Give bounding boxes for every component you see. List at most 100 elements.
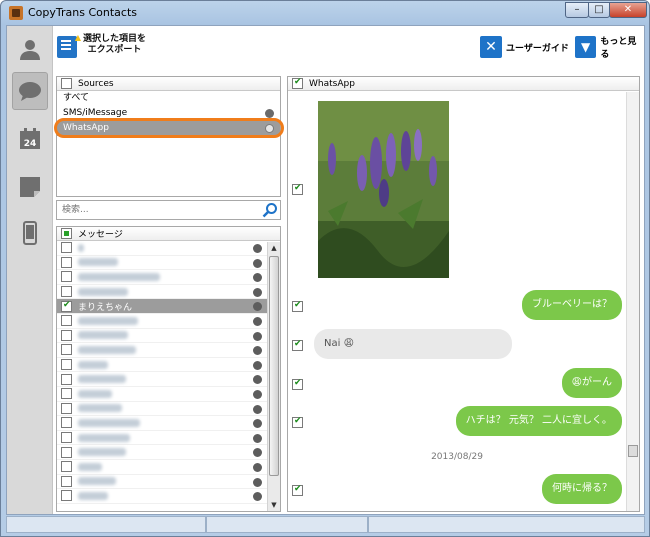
list-item[interactable] bbox=[57, 431, 280, 446]
message-checkbox[interactable] bbox=[292, 183, 303, 195]
list-item[interactable] bbox=[57, 256, 280, 271]
status-cell bbox=[368, 516, 645, 533]
conversation-list-header: メッセージ bbox=[57, 227, 280, 241]
row-checkbox[interactable] bbox=[61, 490, 72, 502]
blurred-name bbox=[78, 404, 122, 413]
list-item[interactable] bbox=[57, 416, 280, 431]
date-separator: 2013/08/29 bbox=[431, 452, 483, 462]
maximize-button[interactable]: □ bbox=[588, 2, 610, 18]
whatsapp-icon bbox=[253, 404, 262, 414]
tools-icon: ✕ bbox=[480, 36, 502, 58]
row-checkbox[interactable] bbox=[61, 359, 72, 371]
row-checkbox[interactable] bbox=[61, 286, 72, 298]
whatsapp-icon bbox=[253, 375, 262, 385]
close-button[interactable]: ✕ bbox=[609, 2, 647, 18]
whatsapp-icon bbox=[253, 492, 262, 502]
list-item[interactable] bbox=[57, 270, 280, 285]
row-checkbox[interactable] bbox=[61, 446, 72, 458]
list-item[interactable] bbox=[57, 329, 280, 344]
list-item[interactable] bbox=[57, 285, 280, 300]
lupine-photo bbox=[318, 101, 449, 278]
list-item[interactable] bbox=[57, 314, 280, 329]
nav-messages[interactable] bbox=[12, 72, 48, 110]
whatsapp-icon bbox=[253, 346, 262, 356]
list-item[interactable] bbox=[57, 372, 280, 387]
nav-device[interactable] bbox=[12, 214, 48, 252]
source-item-all[interactable]: すべて bbox=[57, 91, 280, 106]
message-checkbox[interactable] bbox=[292, 300, 303, 312]
message-checkbox[interactable] bbox=[292, 484, 303, 496]
blurred-name bbox=[78, 418, 140, 427]
select-all-checkbox[interactable] bbox=[61, 228, 72, 239]
whatsapp-icon bbox=[253, 287, 262, 297]
row-checkbox[interactable] bbox=[61, 388, 72, 400]
search-box[interactable] bbox=[56, 200, 281, 220]
search-input[interactable] bbox=[57, 201, 247, 219]
contacts-scrollbar[interactable]: ▲ ▼ bbox=[267, 242, 280, 511]
photo-attachment[interactable] bbox=[318, 101, 449, 278]
export-label-line1: 選択した項目を bbox=[83, 34, 147, 44]
blurred-name bbox=[78, 448, 126, 457]
user-guide-label: ユーザーガイド bbox=[506, 43, 569, 54]
sources-title: Sources bbox=[78, 78, 114, 89]
list-item[interactable] bbox=[57, 489, 280, 504]
sources-checkbox[interactable] bbox=[61, 78, 72, 89]
user-guide-button[interactable]: ✕ ユーザーガイド bbox=[480, 36, 569, 58]
message-bubble-outgoing: 何時に帰る？ bbox=[542, 474, 622, 504]
row-checkbox[interactable] bbox=[61, 300, 72, 312]
message-checkbox[interactable] bbox=[292, 378, 303, 390]
whatsapp-icon bbox=[253, 273, 262, 283]
row-checkbox[interactable] bbox=[61, 475, 72, 487]
list-item[interactable] bbox=[57, 402, 280, 417]
nav-contacts[interactable] bbox=[12, 30, 48, 68]
row-checkbox[interactable] bbox=[61, 461, 72, 473]
row-checkbox[interactable] bbox=[61, 417, 72, 429]
nav-calendar[interactable]: 24 bbox=[12, 120, 48, 158]
person-icon bbox=[20, 40, 40, 60]
row-checkbox[interactable] bbox=[61, 315, 72, 327]
message-checkbox[interactable] bbox=[292, 339, 303, 351]
calendar-icon: 24 bbox=[20, 128, 40, 149]
list-item[interactable] bbox=[57, 445, 280, 460]
blurred-name bbox=[78, 477, 116, 486]
conversation-list: メッセージ まりえちゃん ▲ ▼ bbox=[56, 226, 281, 512]
export-selected-button[interactable]: 選択した項目を エクスポート bbox=[57, 33, 167, 62]
blurred-name bbox=[78, 462, 102, 471]
more-button[interactable]: ▼ もっと見る bbox=[575, 36, 644, 60]
row-checkbox[interactable] bbox=[61, 373, 72, 385]
message-panel-checkbox[interactable] bbox=[292, 77, 303, 89]
row-checkbox[interactable] bbox=[61, 402, 72, 414]
message-checkbox[interactable] bbox=[292, 416, 303, 428]
minimize-button[interactable]: – bbox=[565, 2, 589, 18]
row-checkbox[interactable] bbox=[61, 271, 72, 283]
export-label-line2: エクスポート bbox=[87, 45, 142, 55]
blurred-name bbox=[78, 345, 136, 354]
list-item[interactable] bbox=[57, 343, 280, 358]
row-checkbox[interactable] bbox=[61, 432, 72, 444]
blurred-name bbox=[78, 272, 160, 281]
list-item[interactable] bbox=[57, 475, 280, 490]
search-icon[interactable] bbox=[262, 202, 278, 218]
row-checkbox[interactable] bbox=[61, 256, 72, 268]
scroll-thumb[interactable] bbox=[269, 256, 279, 476]
scroll-down-arrow[interactable]: ▼ bbox=[268, 499, 280, 511]
list-item[interactable] bbox=[57, 387, 280, 402]
row-checkbox[interactable] bbox=[61, 242, 72, 254]
contact-name: まりえちゃん bbox=[78, 302, 133, 313]
message-bubble-outgoing: ブルーベリーは？ bbox=[522, 290, 622, 320]
scroll-up-arrow[interactable]: ▲ bbox=[268, 242, 280, 254]
blurred-name bbox=[78, 375, 126, 384]
list-item[interactable] bbox=[57, 358, 280, 373]
message-scrollbar[interactable] bbox=[626, 92, 639, 511]
row-checkbox[interactable] bbox=[61, 329, 72, 341]
list-item[interactable] bbox=[57, 460, 280, 475]
message-panel: WhatsApp bbox=[287, 76, 640, 512]
whatsapp-icon bbox=[253, 331, 262, 341]
scroll-thumb[interactable] bbox=[628, 445, 638, 457]
message-bubble-incoming: Nai 😩 bbox=[314, 329, 512, 359]
blurred-name bbox=[78, 287, 128, 296]
list-item-selected[interactable]: まりえちゃん bbox=[57, 299, 280, 314]
list-item[interactable] bbox=[57, 241, 280, 256]
row-checkbox[interactable] bbox=[61, 344, 72, 356]
nav-notes[interactable] bbox=[12, 168, 48, 206]
